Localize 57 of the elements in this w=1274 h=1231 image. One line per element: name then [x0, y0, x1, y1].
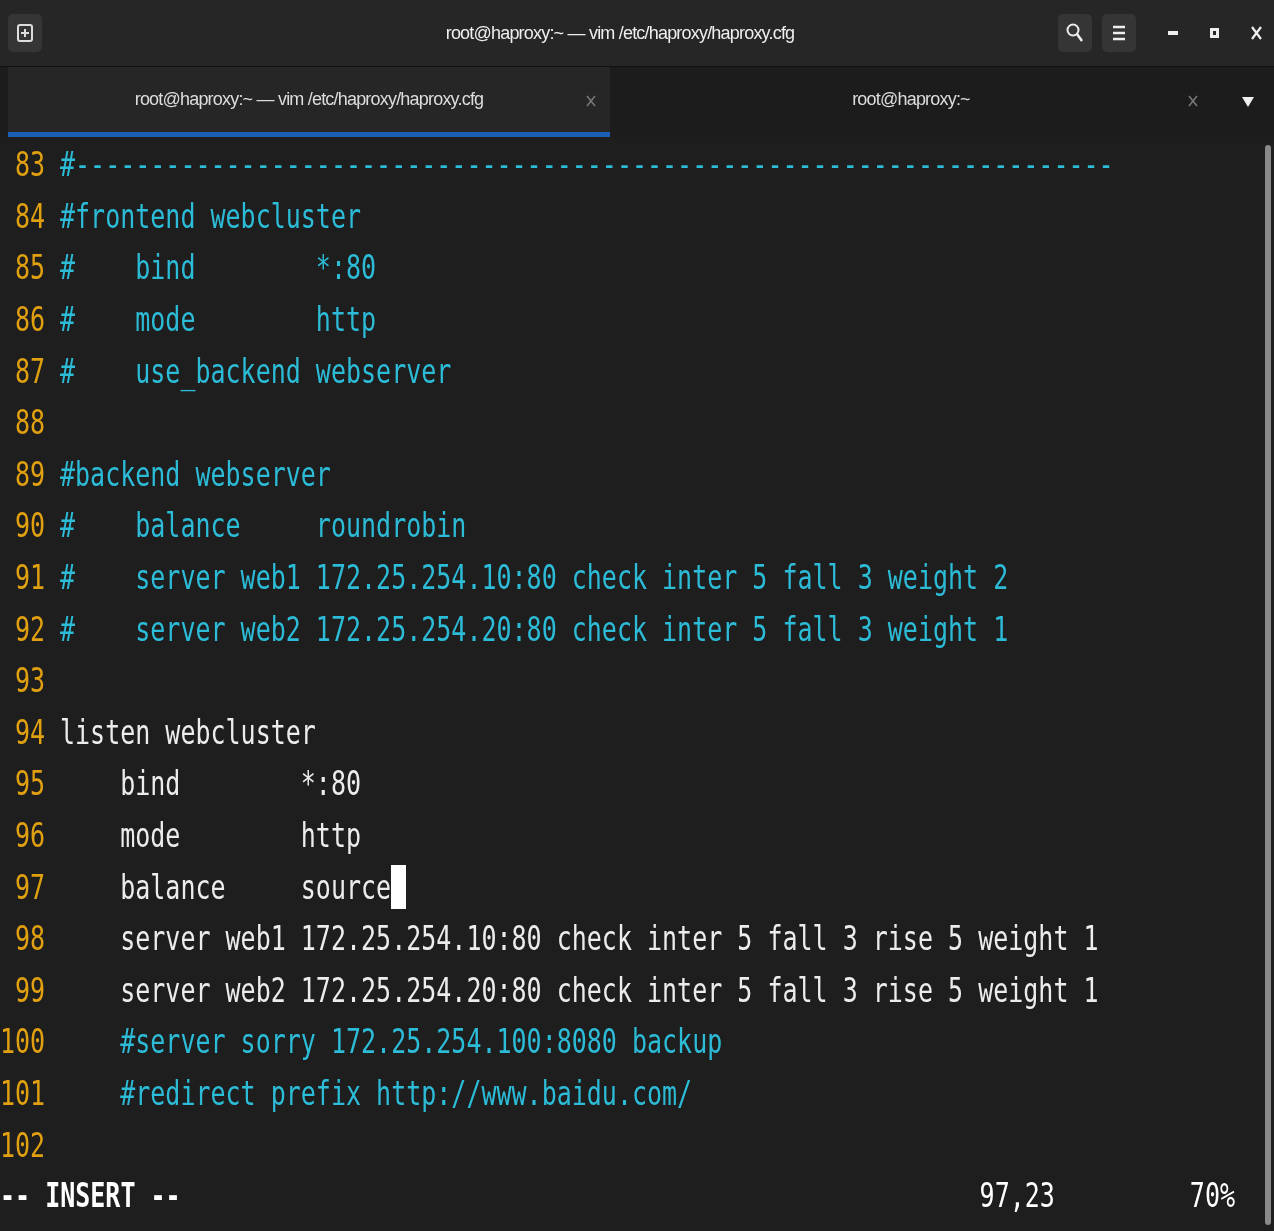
- line-number: 85: [13, 248, 45, 288]
- line-number: 86: [13, 300, 45, 340]
- code-line: # balance roundrobin: [60, 506, 467, 546]
- code-line: #backend webserver: [60, 454, 331, 494]
- line-number: 88: [13, 403, 45, 443]
- code-line: #---------------------------------------------------------------------: [60, 145, 1114, 185]
- code-line: listen webcluster: [60, 712, 316, 752]
- code-line: server web1 172.25.254.10:80 check inter 5 fall 3 rise 5 weight 1: [119, 919, 1099, 959]
- line-number: 91: [13, 557, 45, 598]
- code-line: bind *:80: [119, 764, 362, 804]
- tab-label: root@haproxy:~ — vim /etc/haproxy/haproxy.cfg: [134, 89, 484, 110]
- line-number: 97: [13, 867, 45, 907]
- menu-button[interactable]: [1102, 14, 1136, 52]
- line-number: 98: [13, 919, 45, 959]
- vim-mode: -- INSERT --: [0, 1176, 181, 1216]
- menu-icon: [1112, 25, 1126, 41]
- line-number: 87: [13, 351, 45, 391]
- maximize-icon[interactable]: [1210, 28, 1219, 38]
- cursor-position: 97,23: [979, 1176, 1055, 1216]
- code-line: # mode http: [60, 300, 377, 340]
- search-button[interactable]: [1058, 14, 1092, 52]
- plus-icon: [17, 24, 33, 42]
- line-number: 95: [13, 764, 45, 804]
- scrollbar[interactable]: [1265, 145, 1271, 1225]
- code-line: # bind *:80: [60, 248, 377, 288]
- code-line: mode http: [119, 815, 362, 856]
- code-line: server web2 172.25.254.20:80 check inter 5 fall 3 rise 5 weight 1: [119, 970, 1099, 1010]
- code-line: # server web2 172.25.254.20:80 check inter 5 fall 3 weight 1: [60, 609, 1009, 649]
- terminal-tab[interactable]: root@haproxy:~ — vim /etc/haproxy/haproxy.cfg: [8, 67, 610, 137]
- code-line: # use_backend webserver: [60, 351, 452, 391]
- code-line: #server sorry 172.25.254.100:8080 backup: [119, 1022, 723, 1062]
- close-tab-icon[interactable]: [586, 95, 596, 107]
- line-number: 93: [13, 661, 45, 701]
- line-number: 101: [0, 1073, 45, 1114]
- line-number: 89: [13, 454, 45, 494]
- window-title: root@haproxy:~ — vim /etc/haproxy/haproxy.cfg: [444, 22, 796, 44]
- line-number: 83: [13, 145, 45, 185]
- line-number: 84: [13, 196, 45, 236]
- line-number: 96: [13, 815, 45, 856]
- line-number: 99: [13, 970, 45, 1010]
- close-tab-icon[interactable]: [1188, 95, 1198, 107]
- line-number: 100: [0, 1022, 45, 1062]
- line-number: 92: [13, 609, 45, 649]
- scroll-percentage: 70%: [1189, 1176, 1235, 1216]
- code-line: # server web1 172.25.254.10:80 check inter 5 fall 3 weight 2: [60, 557, 1009, 598]
- search-icon: [1066, 23, 1084, 43]
- line-number: 90: [13, 506, 45, 546]
- tab-dropdown-icon[interactable]: [1242, 97, 1254, 107]
- code-line: balance source: [119, 867, 392, 907]
- tab-label: root@haproxy:~: [852, 89, 970, 110]
- code-line: #redirect prefix http://www.baidu.com/: [119, 1073, 693, 1114]
- terminal-tab[interactable]: root@haproxy:~: [610, 67, 1212, 137]
- line-number: 94: [13, 712, 45, 752]
- code-line: #frontend webcluster: [60, 196, 362, 236]
- close-icon[interactable]: [1251, 26, 1262, 40]
- new-tab-button[interactable]: [8, 14, 42, 52]
- line-number: 102: [0, 1125, 45, 1165]
